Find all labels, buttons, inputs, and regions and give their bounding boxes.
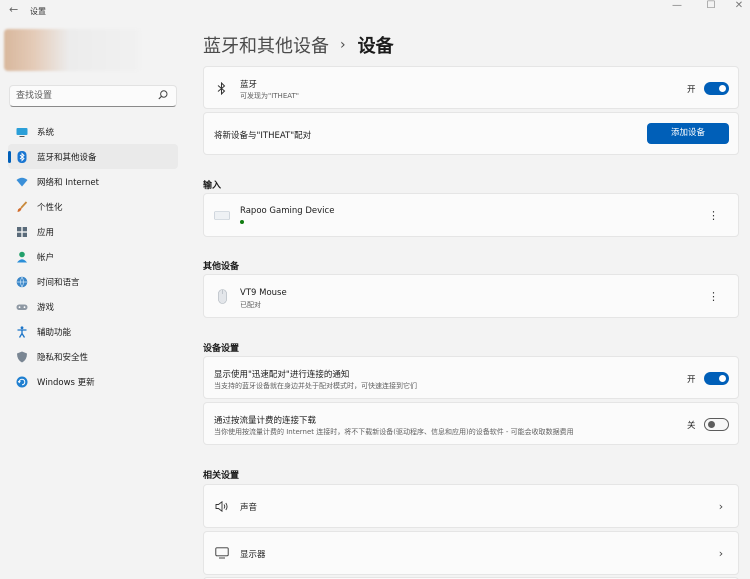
sidebar-item-personalization[interactable]: 个性化 [8,194,178,219]
more-options-icon[interactable]: ⋮ [708,209,719,223]
swift-pair-toggle-label: 开 [687,375,696,385]
accessibility-icon [17,326,27,339]
section-heading-related-settings: 相关设置 [203,471,240,481]
sidebar-item-label: Windows 更新 [37,378,95,389]
wifi-icon [16,177,28,187]
sidebar-item-label: 隐私和安全性 [37,353,89,364]
metered-toggle[interactable] [704,418,729,431]
display-icon [16,127,28,137]
related-item-label: 声音 [240,503,258,513]
minimize-icon[interactable]: — [662,0,692,14]
sidebar-item-accounts[interactable]: 帐户 [8,244,178,269]
page-title: 设备 [357,36,394,57]
bluetooth-card: 蓝牙 可发现为"ITHEAT" 开 [203,66,739,109]
related-item-sound[interactable]: 声音 › [203,484,739,528]
sidebar-item-label: 网络和 Internet [37,177,99,188]
user-profile-avatar[interactable] [4,29,140,71]
metered-toggle-label: 关 [687,421,696,431]
gamepad-icon [16,304,28,311]
search-box[interactable] [9,85,177,107]
maximize-icon[interactable]: ☐ [696,0,726,14]
monitor-icon [215,547,229,559]
sidebar-nav: 系统 蓝牙和其他设备 网络和 Internet 个性化 应用 帐户 时间和语言 … [8,119,178,395]
sidebar-item-apps[interactable]: 应用 [8,219,178,244]
pair-device-text: 将新设备与"ITHEAT"配对 [214,131,312,141]
sidebar-item-label: 个性化 [37,202,63,213]
window-title: 设置 [30,7,46,16]
swift-pair-card: 显示使用"迅速配对"进行连接的通知 当支持的蓝牙设备就在身边并处于配对模式时，可… [203,356,739,399]
breadcrumb-parent[interactable]: 蓝牙和其他设备 [203,32,329,58]
search-input[interactable] [16,89,156,103]
apps-icon [17,226,27,237]
sidebar-item-bluetooth[interactable]: 蓝牙和其他设备 [8,144,178,170]
sidebar-item-label: 应用 [37,227,55,238]
related-item-display[interactable]: 显示器 › [203,531,739,575]
person-icon [17,251,27,263]
sidebar-item-label: 游戏 [37,303,55,314]
title-bar: ← 设置 — ☐ ✕ [0,0,750,22]
update-icon [16,376,28,388]
speaker-icon [215,501,228,512]
chevron-right-icon: › [718,500,724,513]
sidebar-item-gaming[interactable]: 游戏 [8,295,178,320]
globe-clock-icon [16,276,28,288]
bluetooth-icon [217,82,226,95]
sidebar-item-label: 蓝牙和其他设备 [37,152,97,163]
bluetooth-toggle-label: 开 [687,85,696,95]
breadcrumb-separator: › [340,37,346,53]
bluetooth-icon [17,150,27,163]
sidebar-item-label: 辅助功能 [37,328,72,339]
swift-pair-subtitle: 当支持的蓝牙设备就在身边并处于配对模式时，可快速连接到它们 [214,382,417,390]
sidebar-item-system[interactable]: 系统 [8,119,178,144]
sidebar-item-accessibility[interactable]: 辅助功能 [8,320,178,345]
chevron-right-icon: › [718,547,724,560]
pair-device-card: 将新设备与"ITHEAT"配对 添加设备 [203,112,739,155]
close-icon[interactable]: ✕ [724,0,750,14]
metered-download-title: 通过按流量计费的连接下载 [214,416,317,426]
input-device-card[interactable]: Rapoo Gaming Device ⋮ [203,193,739,237]
breadcrumb: 蓝牙和其他设备 › 设备 [203,32,394,58]
metered-download-card: 通过按流量计费的连接下载 当你使用按流量计费的 Internet 连接时，将不下… [203,402,739,445]
brush-icon [17,201,28,212]
other-device-status: 已配对 [240,301,261,309]
sidebar-item-privacy[interactable]: 隐私和安全性 [8,345,178,370]
sidebar-item-label: 时间和语言 [37,278,80,289]
connected-status-dot [240,220,244,224]
other-device-card[interactable]: VT9 Mouse 已配对 ⋮ [203,274,739,318]
related-item-label: 显示器 [240,550,266,560]
sidebar-item-time-language[interactable]: 时间和语言 [8,270,178,295]
mouse-icon [218,289,227,304]
metered-download-subtitle: 当你使用按流量计费的 Internet 连接时，将不下载新设备(驱动程序、信息和… [214,428,574,436]
section-heading-input: 输入 [203,181,222,191]
swift-pair-toggle[interactable] [704,372,729,385]
add-device-button[interactable]: 添加设备 [647,123,729,144]
keyboard-icon [214,211,230,220]
search-icon[interactable] [157,89,169,101]
sidebar-item-network[interactable]: 网络和 Internet [8,169,178,194]
bluetooth-toggle[interactable] [704,82,729,95]
section-heading-device-settings: 设备设置 [203,344,240,354]
shield-icon [17,351,27,363]
section-heading-other-devices: 其他设备 [203,262,240,272]
other-device-name: VT9 Mouse [240,288,287,298]
sidebar-item-label: 系统 [37,127,55,138]
bluetooth-subtitle: 可发现为"ITHEAT" [240,92,299,100]
swift-pair-title: 显示使用"迅速配对"进行连接的通知 [214,370,350,380]
back-arrow-icon[interactable]: ← [9,3,18,16]
more-options-icon[interactable]: ⋮ [708,290,719,304]
bluetooth-title: 蓝牙 [240,80,258,90]
sidebar-item-label: 帐户 [37,252,55,263]
sidebar-item-windows-update[interactable]: Windows 更新 [8,370,178,395]
input-device-name: Rapoo Gaming Device [240,206,335,216]
